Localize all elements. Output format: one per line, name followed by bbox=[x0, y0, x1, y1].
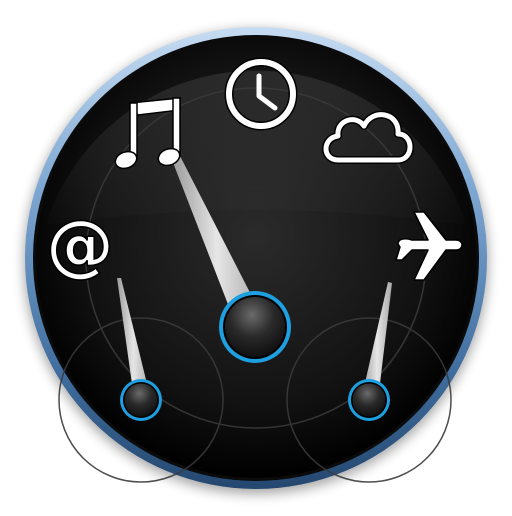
gauge-widget-graphic: @ bbox=[24, 27, 488, 494]
at-sign-icon: @ bbox=[46, 206, 114, 285]
right-gauge-hub bbox=[348, 379, 390, 421]
app-icon[interactable]: @ bbox=[0, 0, 512, 512]
main-gauge-hub bbox=[219, 291, 291, 363]
left-gauge-hub bbox=[120, 379, 162, 421]
